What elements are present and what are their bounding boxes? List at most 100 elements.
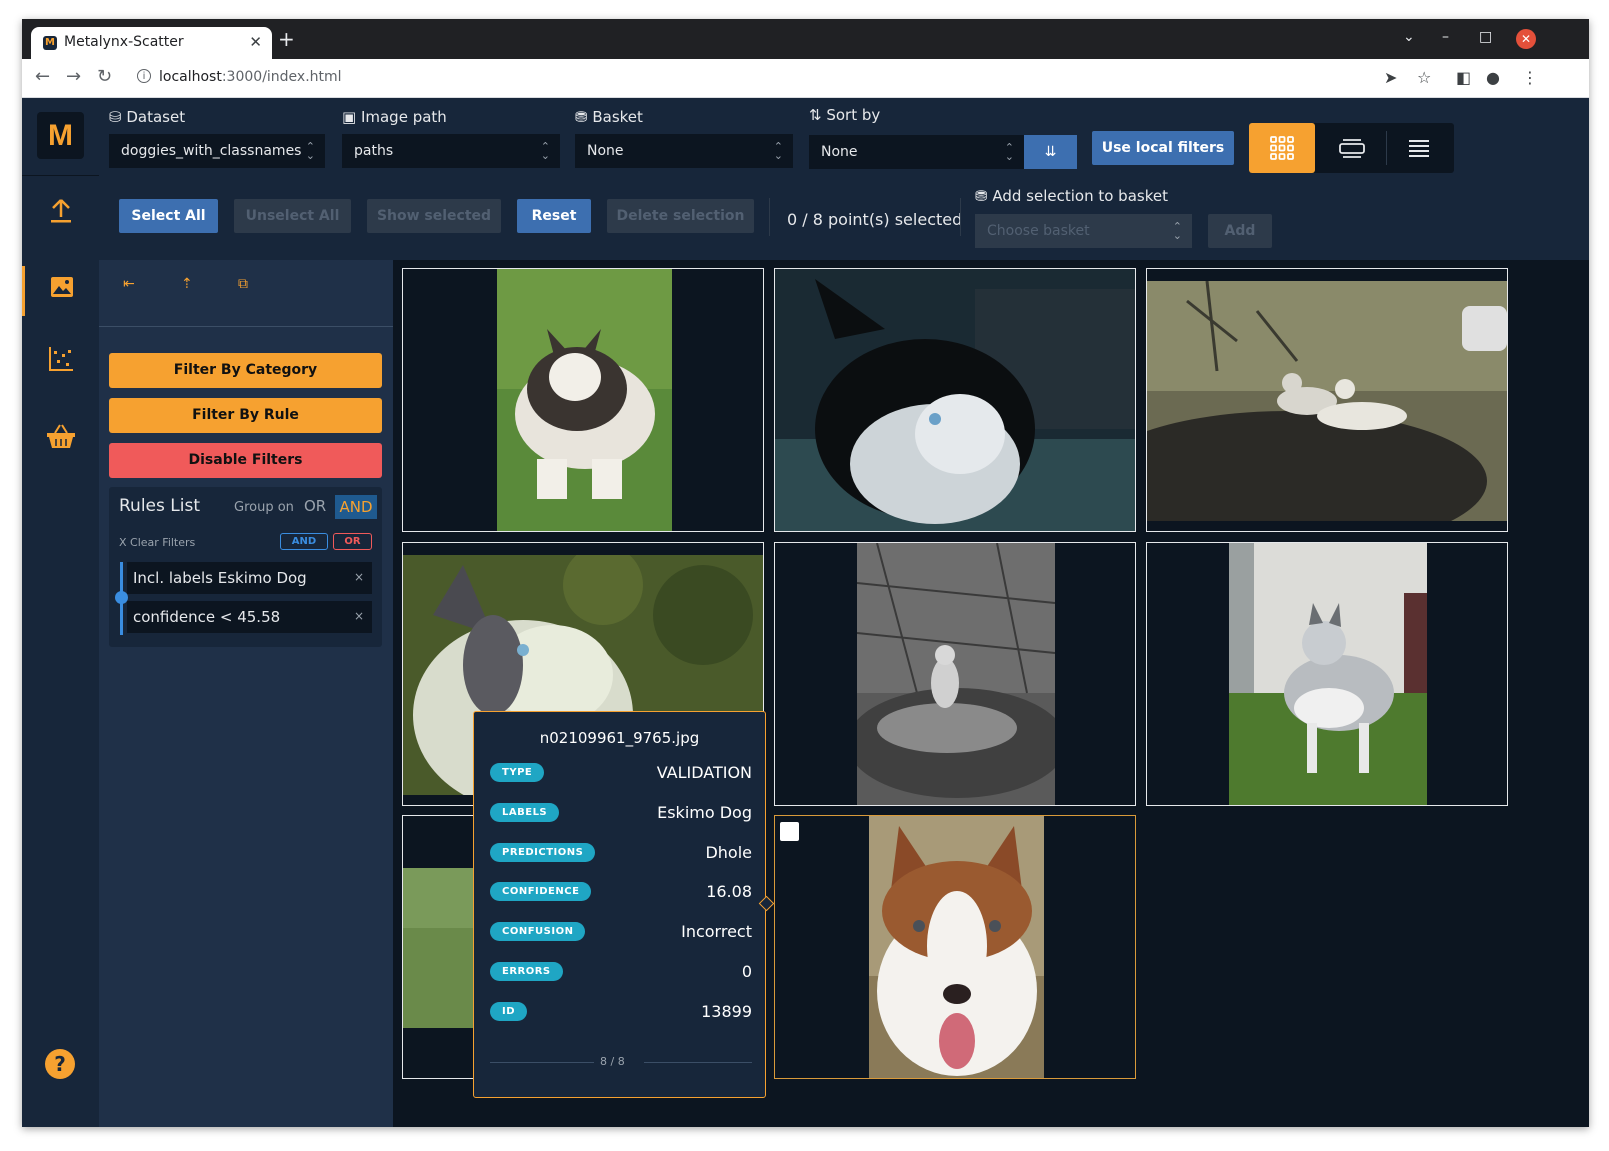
url-field[interactable]: i localhost:3000/index.html: [127, 63, 1367, 93]
top-toolbar: ⛁ Dataset doggies_with_classnames ⌃ ⌄ ▣ Im…: [99, 98, 1589, 260]
group-or-toggle[interactable]: OR: [304, 497, 326, 515]
chevron-updown-icon: ⌃ ⌄: [773, 140, 783, 162]
tooltip-pager: 8 / 8: [490, 1055, 752, 1069]
pager-line: [490, 1062, 594, 1063]
dog-image-1: [497, 269, 672, 531]
chevron-updown-icon: ⌃ ⌄: [1172, 220, 1182, 242]
send-icon[interactable]: ➤: [1384, 68, 1397, 87]
sort-by-label: ⇅ Sort by: [809, 106, 881, 124]
image-card[interactable]: [774, 542, 1136, 806]
sort-descending-icon: ⇊: [1044, 144, 1057, 160]
dataset-select[interactable]: doggies_with_classnames ⌃ ⌄: [109, 134, 325, 168]
group-and-toggle[interactable]: AND: [335, 495, 377, 519]
reset-button[interactable]: Reset: [517, 199, 591, 233]
add-to-basket-label: ⛃ Add selection to basket: [975, 187, 1168, 205]
selection-counter: 0 / 8 point(s) selected: [787, 210, 963, 229]
help-button[interactable]: ?: [45, 1049, 75, 1079]
tab-close-icon[interactable]: ✕: [249, 33, 262, 51]
use-local-filters-button[interactable]: Use local filters: [1092, 131, 1234, 165]
choose-basket-select[interactable]: Choose basket ⌃ ⌄: [975, 214, 1192, 248]
divider: [960, 198, 961, 236]
rule-item[interactable]: Incl. labels Eskimo Dog ×: [127, 562, 372, 594]
image-path-select[interactable]: paths ⌃ ⌄: [342, 134, 560, 168]
tooltip-row-errors: ERRORS 0: [490, 962, 752, 984]
basket-small-icon: ⛃: [975, 187, 993, 205]
remove-rule-icon[interactable]: ×: [354, 609, 364, 623]
app: M ? ⛁ Dataset doggies_with_classnames ⌃ ⌄ …: [22, 98, 1589, 1127]
tooltip-row-labels: LABELS Eskimo Dog: [490, 803, 752, 825]
menu-icon[interactable]: ⋮: [1522, 68, 1538, 87]
forward-icon[interactable]: →: [66, 66, 81, 87]
add-button[interactable]: Add: [1208, 214, 1272, 248]
tooltip-row-predictions: PREDICTIONS Dhole: [490, 843, 752, 865]
tooltip-row-confidence: CONFIDENCE 16.08: [490, 882, 752, 904]
select-all-button[interactable]: Select All: [119, 199, 218, 233]
predictions-value: Dhole: [705, 843, 752, 862]
export-icon[interactable]: ⇡: [181, 276, 193, 292]
filter-by-rule-button[interactable]: Filter By Rule: [109, 398, 382, 433]
popout-icon[interactable]: ⧉: [238, 276, 248, 292]
close-window-icon[interactable]: ✕: [1516, 29, 1536, 49]
new-tab-button[interactable]: +: [278, 27, 295, 51]
side-panel-icon[interactable]: ◧: [1456, 68, 1471, 87]
image-icon[interactable]: [22, 266, 99, 316]
image-card[interactable]: [1146, 542, 1508, 806]
add-and-chip[interactable]: AND: [280, 533, 328, 550]
labels-value: Eskimo Dog: [657, 803, 752, 822]
tab-search-icon[interactable]: ⌄: [1403, 29, 1415, 45]
rule-item[interactable]: confidence < 45.58 ×: [127, 601, 372, 633]
basket-select[interactable]: None ⌃ ⌄: [575, 134, 793, 168]
maximize-icon[interactable]: □: [1479, 29, 1492, 45]
browser-window: M Metalynx-Scatter ✕ + ⌄ – □ ✕ ← → ↻ i l…: [22, 19, 1589, 1127]
reload-icon[interactable]: ↻: [97, 66, 112, 87]
dog-image-3: [1147, 281, 1507, 521]
basket-icon[interactable]: [22, 423, 99, 455]
sort-direction-button[interactable]: ⇊: [1024, 135, 1077, 169]
rules-list: Rules List Group on OR AND X Clear Filte…: [109, 487, 382, 647]
basket-small-icon: ⛃: [575, 108, 593, 126]
favicon-icon: M: [43, 36, 57, 50]
tooltip-filename: n02109961_9765.jpg: [539, 729, 700, 747]
dog-image-2: [775, 269, 1135, 531]
tooltip-row-id: ID 13899: [490, 1002, 752, 1024]
site-info-icon[interactable]: i: [137, 69, 151, 83]
labels-badge: LABELS: [490, 803, 560, 822]
bookmark-star-icon[interactable]: ☆: [1417, 68, 1431, 87]
filter-by-category-button[interactable]: Filter By Category: [109, 353, 382, 388]
url-path: :3000/index.html: [221, 69, 342, 85]
clear-filters-button[interactable]: X Clear Filters: [119, 536, 195, 549]
collapse-panel-icon[interactable]: ⇤: [123, 276, 135, 292]
profile-avatar-icon[interactable]: ●: [1486, 68, 1500, 87]
list-view-icon[interactable]: [1386, 123, 1452, 173]
filter-panel: ⇤ ⇡ ⧉ Filter By Category Filter By Rule …: [99, 260, 393, 1127]
unselect-all-button[interactable]: Unselect All: [234, 199, 351, 233]
disable-filters-button[interactable]: Disable Filters: [109, 443, 382, 478]
image-card[interactable]: [402, 268, 764, 532]
predictions-badge: PREDICTIONS: [490, 843, 596, 862]
image-card-hovered[interactable]: [774, 815, 1136, 1079]
panel-divider: [99, 326, 393, 327]
group-on-label: Group on: [234, 500, 294, 515]
app-logo: M: [37, 112, 84, 159]
grid-view-icon[interactable]: [1249, 123, 1315, 173]
delete-selection-button[interactable]: Delete selection: [607, 199, 754, 233]
sidebar-divider: [22, 175, 99, 176]
minimize-icon[interactable]: –: [1442, 29, 1449, 45]
remove-rule-icon[interactable]: ×: [354, 570, 364, 584]
image-card[interactable]: [1146, 268, 1508, 532]
pager-line: [644, 1062, 752, 1063]
back-icon[interactable]: ←: [35, 66, 50, 87]
select-checkbox[interactable]: [780, 822, 799, 841]
chevron-updown-icon: ⌃ ⌄: [540, 140, 550, 162]
show-selected-button[interactable]: Show selected: [367, 199, 501, 233]
sort-icon: ⇅: [809, 106, 827, 124]
sort-by-select[interactable]: None ⌃ ⌄: [809, 135, 1024, 169]
carousel-view-icon[interactable]: [1319, 123, 1385, 173]
add-or-chip[interactable]: OR: [333, 533, 372, 550]
tooltip-row-type: TYPE VALIDATION: [490, 763, 752, 785]
scatter-icon[interactable]: [22, 346, 99, 378]
browser-tab[interactable]: M Metalynx-Scatter ✕: [31, 27, 272, 59]
image-card[interactable]: [774, 268, 1136, 532]
confidence-value: 16.08: [706, 882, 752, 901]
upload-icon[interactable]: [22, 198, 99, 230]
